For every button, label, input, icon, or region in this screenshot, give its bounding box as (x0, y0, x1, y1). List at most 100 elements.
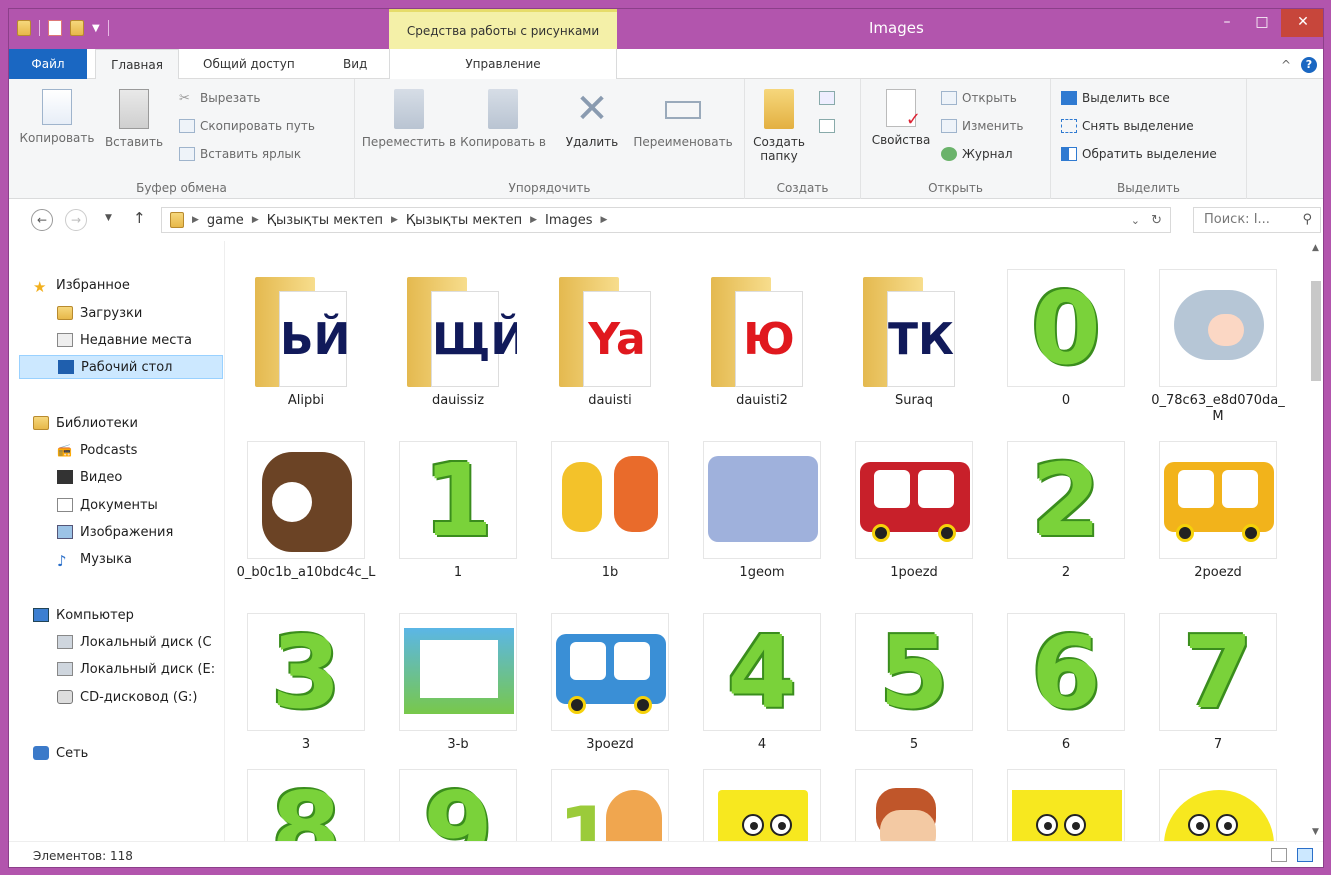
file-item[interactable] (844, 769, 984, 841)
address-field[interactable]: ▶ game ▶ Қызықты мектеп ▶ Қызықты мектеп… (161, 207, 1171, 233)
scroll-down-icon[interactable]: ▼ (1312, 827, 1319, 837)
copy-path-button[interactable]: Скопировать путь (179, 119, 315, 133)
nav-downloads[interactable]: Загрузки (57, 301, 142, 325)
file-item[interactable]: 77 (1148, 613, 1288, 753)
copy-to-button[interactable]: Копировать в (459, 89, 547, 149)
new-item-button[interactable] (819, 91, 835, 105)
nav-video[interactable]: Видео (57, 465, 122, 489)
file-item[interactable]: 1geom (692, 441, 832, 581)
file-item[interactable]: 3poezd (540, 613, 680, 753)
file-item[interactable]: 22 (996, 441, 1136, 581)
history-button[interactable]: Журнал (941, 147, 1013, 161)
nav-cd[interactable]: CD-дисковод (G:) (57, 685, 198, 709)
maximize-button[interactable]: □ (1245, 9, 1279, 37)
nav-documents[interactable]: Документы (57, 493, 158, 517)
copy-button[interactable]: Копировать (15, 89, 99, 145)
nav-recent[interactable]: Недавние места (57, 328, 192, 352)
help-icon[interactable]: ? (1301, 57, 1317, 73)
edit-button[interactable]: Изменить (941, 119, 1024, 133)
file-item[interactable]: 00 (996, 269, 1136, 409)
nav-network[interactable]: Сеть (33, 741, 88, 765)
search-input[interactable]: Поиск: I... ⚲ (1193, 207, 1321, 233)
invert-selection-button[interactable]: Обратить выделение (1061, 147, 1217, 161)
file-item[interactable]: 3-b (388, 613, 528, 753)
file-item[interactable]: 0_b0c1b_a10bdc4c_L (236, 441, 376, 581)
scrollbar-thumb[interactable] (1311, 281, 1321, 381)
tab-home[interactable]: Главная (95, 49, 179, 79)
file-item[interactable]: 1b (540, 441, 680, 581)
file-item[interactable]: 55 (844, 613, 984, 753)
nav-disk-e[interactable]: Локальный диск (E: (57, 657, 215, 681)
nav-podcasts[interactable]: 📻 Podcasts (57, 438, 137, 462)
properties-button[interactable]: ✓ Свойства (865, 89, 937, 147)
scroll-up-icon[interactable]: ▲ (1312, 243, 1319, 253)
vertical-scrollbar[interactable]: ▲ ▼ (1309, 241, 1323, 841)
nav-desktop[interactable]: Рабочий стол (19, 355, 223, 379)
paste-shortcut-button[interactable]: Вставить ярлык (179, 147, 301, 161)
folder-item[interactable]: Юdauisti2 (692, 269, 832, 409)
file-item[interactable]: 44 (692, 613, 832, 753)
tab-manage[interactable]: Управление (389, 49, 617, 79)
recent-locations-icon[interactable]: ▼ (105, 213, 112, 223)
paste-button[interactable]: Вставить (101, 89, 167, 149)
collapse-ribbon-icon[interactable]: ^ (1281, 58, 1291, 72)
open-group: ✓ Свойства Открыть Изменить Журнал Откры… (861, 79, 1051, 199)
breadcrumb-images[interactable]: Images (545, 213, 593, 228)
file-item[interactable]: 9 (388, 769, 528, 841)
folder-item[interactable]: Ya dauisti (540, 269, 680, 409)
nav-libraries[interactable]: Библиотеки (33, 411, 138, 435)
details-view-icon[interactable] (1271, 848, 1287, 862)
back-button[interactable]: ← (31, 209, 53, 231)
file-item[interactable]: 33 (236, 613, 376, 753)
close-button[interactable]: ✕ (1281, 9, 1323, 37)
breadcrumb-game[interactable]: game (207, 213, 244, 228)
breadcrumb-kyzykty-1[interactable]: Қызықты мектеп (267, 213, 383, 228)
nav-images[interactable]: Изображения (57, 520, 173, 544)
folder-item[interactable]: ЩЙ dauissiz (388, 269, 528, 409)
file-list: ЬЙ Alipbi ЩЙ dauissiz Ya dauisti Юdauisti2 ТК Su… (226, 241, 1311, 841)
breadcrumb-kyzykty-2[interactable]: Қызықты мектеп (406, 213, 522, 228)
new-folder-button[interactable]: Создать папку (749, 89, 809, 163)
move-to-button[interactable]: Переместить в (361, 89, 457, 149)
file-item[interactable] (692, 769, 832, 841)
minimize-button[interactable]: – (1209, 9, 1245, 37)
refresh-icon[interactable]: ↻ (1151, 213, 1162, 228)
folder-item[interactable]: ТК Suraq (844, 269, 984, 409)
select-none-icon (1061, 119, 1077, 133)
folder-icon[interactable] (17, 20, 31, 36)
file-item[interactable]: 0_78c63_e8d070da_M (1148, 269, 1288, 425)
chevron-down-icon[interactable]: ⌄ (1131, 214, 1140, 227)
file-item[interactable]: 1poezd (844, 441, 984, 581)
tab-file[interactable]: Файл (9, 49, 87, 79)
file-item[interactable]: 2poezd (1148, 441, 1288, 581)
file-item[interactable]: 1 (540, 769, 680, 841)
select-all-button[interactable]: Выделить все (1061, 91, 1170, 105)
nav-computer[interactable]: Компьютер (33, 603, 134, 627)
nav-disk-c[interactable]: Локальный диск (C (57, 630, 212, 654)
file-item[interactable]: 66 (996, 613, 1136, 753)
forward-button[interactable]: → (65, 209, 87, 231)
nav-music[interactable]: ♪ Музыка (57, 547, 132, 571)
folder-item[interactable]: ЬЙ Alipbi (236, 269, 376, 409)
tab-view[interactable]: Вид (331, 49, 379, 79)
large-icons-view-icon[interactable] (1297, 848, 1313, 862)
properties-icon[interactable] (48, 20, 62, 36)
easy-access-button[interactable] (819, 119, 835, 133)
up-button[interactable]: ↑ (133, 209, 146, 227)
tab-share[interactable]: Общий доступ (191, 49, 307, 79)
rename-button[interactable]: Переименовать (627, 89, 739, 149)
select-none-button[interactable]: Снять выделение (1061, 119, 1194, 133)
open-button[interactable]: Открыть (941, 91, 1017, 105)
folder-icon: Ya (551, 269, 669, 387)
new-folder-icon[interactable] (70, 20, 84, 36)
file-item[interactable]: 8 (236, 769, 376, 841)
status-bar: Элементов: 118 (9, 841, 1323, 867)
file-item[interactable] (996, 769, 1136, 841)
chevron-down-icon[interactable]: ▼ (92, 23, 100, 34)
cut-button[interactable]: ✂ Вырезать (179, 91, 261, 106)
nav-favorites[interactable]: ★ Избранное (33, 273, 130, 297)
file-item[interactable]: 11 (388, 441, 528, 581)
file-item[interactable] (1148, 769, 1288, 841)
desktop-icon (58, 360, 74, 374)
delete-button[interactable]: ✕ Удалить (559, 89, 625, 149)
